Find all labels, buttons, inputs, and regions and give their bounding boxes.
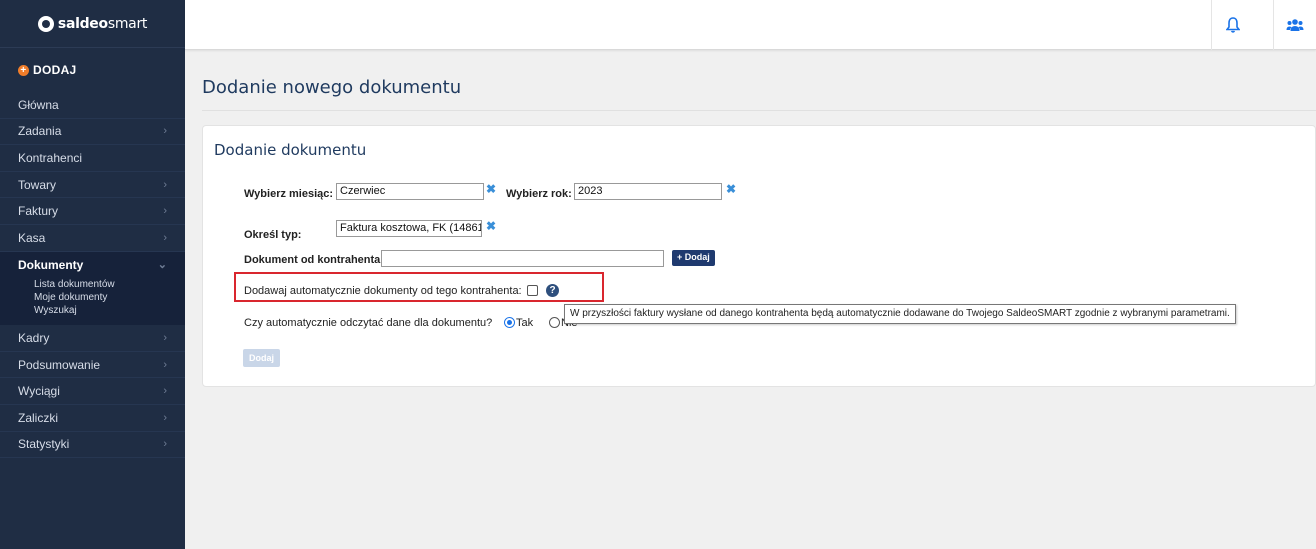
add-document-panel: Dodanie dokumentu Wybierz miesiąc: Czerw…: [202, 125, 1316, 387]
sidebar-item-label: Kadry: [18, 330, 50, 345]
chevron-right-icon: ›: [163, 231, 167, 244]
auto-add-checkbox[interactable]: [527, 285, 538, 296]
bell-icon[interactable]: [1211, 0, 1253, 50]
sidebar-item-zadania[interactable]: Zadania ›: [0, 119, 185, 146]
sidebar-item-wyciagi[interactable]: Wyciągi ›: [0, 378, 185, 405]
chevron-right-icon: ›: [163, 358, 167, 371]
year-label: Wybierz rok:: [506, 188, 572, 200]
sidebar-item-label: Kasa: [18, 230, 46, 245]
topbar: [185, 0, 1316, 50]
sidebar-item-dokumenty[interactable]: Dokumenty ⌄: [0, 251, 185, 279]
question-icon[interactable]: ?: [546, 284, 559, 297]
chevron-right-icon: ›: [163, 385, 167, 398]
sidebar-item-statystyki[interactable]: Statystyki ›: [0, 432, 185, 459]
sidebar-item-label: Zaliczki: [18, 410, 59, 425]
radio-yes[interactable]: [504, 317, 515, 328]
users-icon[interactable]: [1273, 0, 1315, 50]
sidebar-item-label: Wyciągi: [18, 384, 60, 399]
chevron-right-icon: ›: [163, 331, 167, 344]
panel-title: Dodanie dokumentu: [214, 141, 367, 159]
chevron-down-icon: ⌄: [157, 259, 167, 272]
type-field[interactable]: Faktura kosztowa, FK (14861: [336, 220, 482, 237]
sidebar-item-label: Faktury: [18, 204, 59, 219]
sidebar-item-label: Główna: [18, 97, 59, 112]
sidebar-item-kontrahenci[interactable]: Kontrahenci: [0, 145, 185, 172]
chevron-right-icon: ›: [163, 411, 167, 424]
contractor-doc-label: Dokument od kontrahenta:: [244, 254, 384, 266]
chevron-right-icon: ›: [163, 125, 167, 138]
sidebar-item-kasa[interactable]: Kasa ›: [0, 225, 185, 252]
page-title: Dodanie nowego dokumentu: [202, 77, 462, 98]
sidebar-subitem-wyszukaj[interactable]: Wyszukaj: [34, 304, 185, 317]
sidebar-item-label: Towary: [18, 177, 57, 192]
sidebar-item-faktury[interactable]: Faktury ›: [0, 198, 185, 225]
contractor-doc-field[interactable]: [381, 250, 664, 267]
month-field[interactable]: Czerwiec: [336, 183, 484, 200]
sidebar-subitem-lista[interactable]: Lista dokumentów: [34, 278, 185, 291]
plus-icon: +: [18, 64, 29, 76]
sidebar-item-label: Statystyki: [18, 437, 70, 452]
add-button[interactable]: + DODAJ: [0, 48, 185, 92]
sidebar-item-podsumowanie[interactable]: Podsumowanie ›: [0, 352, 185, 379]
chevron-right-icon: ›: [163, 178, 167, 191]
close-icon[interactable]: ✖: [486, 182, 496, 196]
close-icon[interactable]: ✖: [486, 219, 496, 233]
year-field[interactable]: 2023: [574, 183, 722, 200]
sidebar-item-label: Dokumenty: [18, 257, 84, 272]
sidebar-item-kadry[interactable]: Kadry ›: [0, 325, 185, 352]
chevron-right-icon: ›: [163, 438, 167, 451]
sidebar-item-zaliczki[interactable]: Zaliczki ›: [0, 405, 185, 432]
help-tooltip: W przyszłości faktury wysłane od danego …: [564, 304, 1236, 324]
sidebar-subitem-moje[interactable]: Moje dokumenty: [34, 291, 185, 304]
logo[interactable]: saldeosmart: [0, 0, 185, 48]
close-icon[interactable]: ✖: [726, 182, 736, 196]
auto-read-label: Czy automatycznie odczytać dane dla doku…: [244, 317, 493, 329]
type-label: Określ typ:: [244, 229, 302, 241]
radio-yes-label: Tak: [516, 317, 534, 329]
add-contractor-doc-button[interactable]: + Dodaj: [672, 250, 715, 266]
dokumenty-submenu: Lista dokumentów Moje dokumenty Wyszukaj: [0, 278, 185, 326]
auto-add-label: Dodawaj automatycznie dokumenty od tego …: [244, 285, 522, 297]
add-button-label: DODAJ: [33, 63, 77, 77]
sidebar: saldeosmart + DODAJ Główna Zadania › Kont…: [0, 0, 185, 549]
radio-no[interactable]: [549, 317, 560, 328]
divider: [202, 110, 1316, 111]
sidebar-item-label: Zadania: [18, 124, 62, 139]
logo-bold: saldeo: [57, 15, 108, 32]
sidebar-item-towary[interactable]: Towary ›: [0, 172, 185, 199]
logo-icon: [37, 15, 54, 32]
sidebar-item-label: Podsumowanie: [18, 357, 101, 372]
chevron-right-icon: ›: [163, 205, 167, 218]
sidebar-item-label: Kontrahenci: [18, 150, 83, 165]
logo-light: smart: [107, 15, 148, 32]
sidebar-item-glowna[interactable]: Główna: [0, 92, 185, 119]
submit-button[interactable]: Dodaj: [243, 349, 281, 367]
month-label: Wybierz miesiąc:: [244, 188, 334, 200]
